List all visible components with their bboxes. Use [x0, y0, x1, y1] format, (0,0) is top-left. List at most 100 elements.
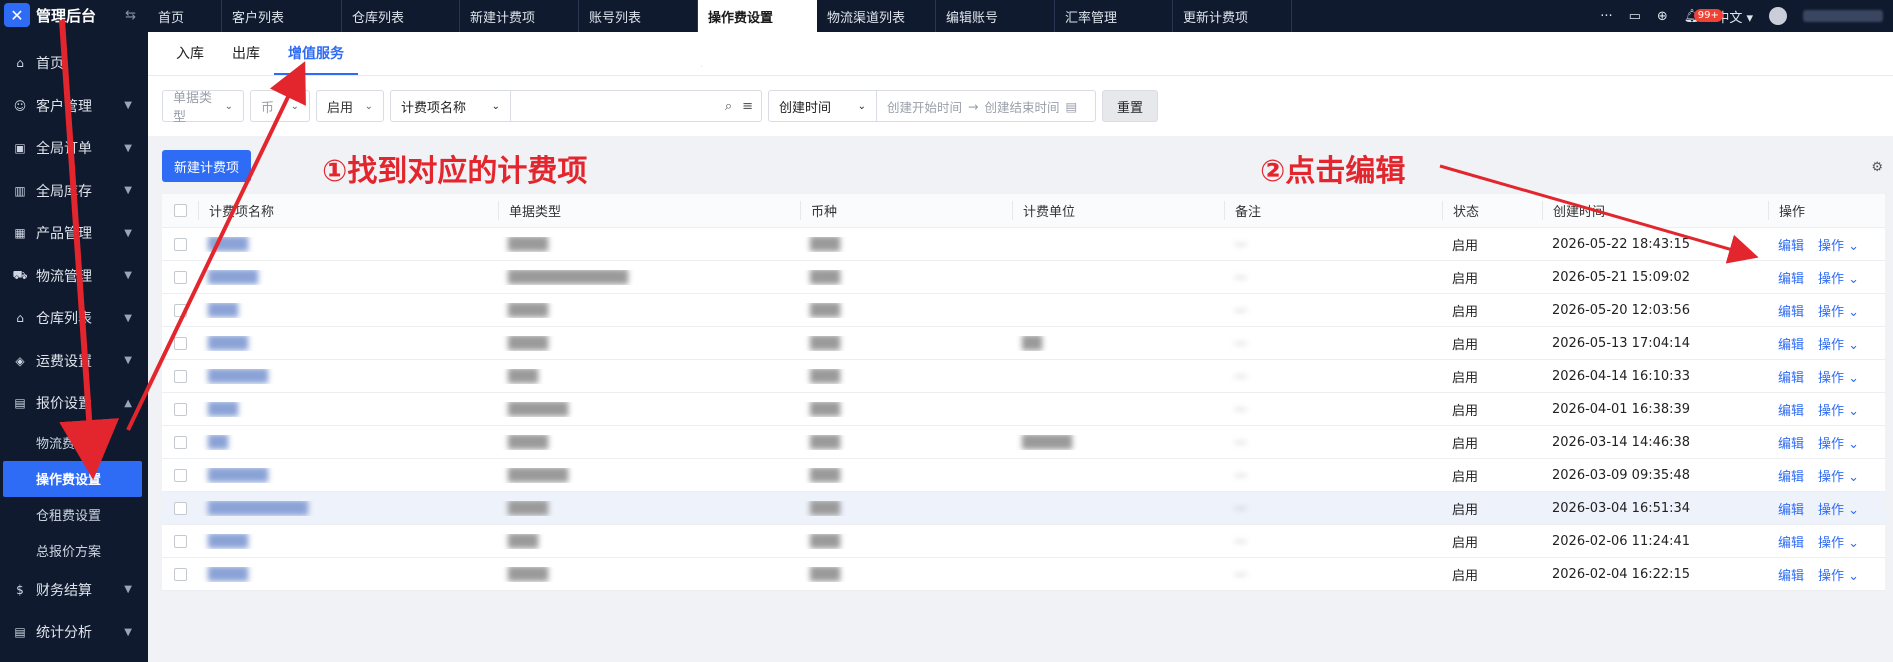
edit-button[interactable]: 编辑	[1778, 235, 1804, 254]
top-tab[interactable]: 汇率管理	[1055, 0, 1173, 32]
sidebar-item[interactable]: ◈ 运费设置 ▼	[0, 340, 148, 383]
top-tab[interactable]: 物流渠道列表	[817, 0, 936, 32]
checkbox[interactable]	[173, 237, 187, 251]
sidebar-item[interactable]: ⌂首页▼	[0, 42, 148, 85]
edit-button[interactable]: 编辑	[1778, 433, 1804, 452]
row-checkbox[interactable]	[162, 435, 198, 449]
more-tabs-button[interactable]: ···	[1600, 9, 1612, 24]
edit-button[interactable]: 编辑	[1778, 466, 1804, 485]
actions-dropdown[interactable]: 操作 ⌄	[1818, 334, 1859, 353]
edit-button[interactable]: 编辑	[1778, 268, 1804, 287]
checkbox[interactable]	[173, 369, 187, 383]
sidebar-subitem[interactable]: 仓租费设置	[0, 497, 148, 533]
subtab[interactable]: 增值服务	[274, 43, 358, 75]
top-tab[interactable]: 更新计费项	[1173, 0, 1292, 32]
checkbox[interactable]	[173, 270, 187, 284]
fee-item-name-value[interactable]: ██████	[208, 369, 268, 384]
row-checkbox[interactable]	[162, 402, 198, 416]
actions-dropdown[interactable]: 操作 ⌄	[1818, 235, 1859, 254]
actions-dropdown[interactable]: 操作 ⌄	[1818, 400, 1859, 419]
actions-dropdown[interactable]: 操作 ⌄	[1818, 367, 1859, 386]
search-icon[interactable]: ⌕	[725, 99, 732, 114]
reset-button[interactable]: 重置	[1102, 90, 1159, 122]
top-tab[interactable]: 仓库列表	[342, 0, 460, 32]
search-input[interactable]: ⌕ ≡	[511, 91, 761, 121]
sidebar-item[interactable]: ⌂ 仓库列表 ▼	[0, 297, 148, 340]
fee-item-name-value[interactable]: ████	[208, 567, 248, 582]
edit-button[interactable]: 编辑	[1778, 499, 1804, 518]
avatar[interactable]	[1769, 7, 1787, 25]
sidebar-item[interactable]: ▤ 统计分析 ▼	[0, 611, 148, 654]
status-select[interactable]: 启用 ⌄	[316, 90, 384, 122]
subtab[interactable]: 入库	[162, 43, 218, 75]
row-checkbox[interactable]	[162, 303, 198, 317]
row-checkbox[interactable]	[162, 567, 198, 581]
settings-icon[interactable]: ⚙	[1871, 160, 1883, 175]
select-all-checkbox[interactable]	[162, 204, 198, 217]
checkbox[interactable]	[173, 303, 187, 317]
actions-dropdown[interactable]: 操作 ⌄	[1818, 499, 1859, 518]
fee-item-name-value[interactable]: ███	[208, 303, 238, 318]
actions-dropdown[interactable]: 操作 ⌄	[1818, 466, 1859, 485]
username-blurred[interactable]	[1803, 10, 1883, 22]
actions-dropdown[interactable]: 操作 ⌄	[1818, 532, 1859, 551]
checkbox[interactable]	[173, 567, 187, 581]
fee-item-name-value[interactable]: ██████████	[208, 501, 308, 516]
actions-dropdown[interactable]: 操作 ⌄	[1818, 268, 1859, 287]
search-field-select[interactable]: 计费项名称 ⌄	[391, 91, 511, 121]
sidebar-subitem[interactable]: 物流费设置	[0, 425, 148, 461]
fee-item-name-value[interactable]: ████	[208, 237, 248, 252]
checkbox[interactable]	[173, 204, 187, 217]
edit-button[interactable]: 编辑	[1778, 301, 1804, 320]
new-fee-item-button[interactable]: 新建计费项	[162, 150, 252, 182]
sidebar-subitem[interactable]: 总报价方案	[0, 533, 148, 569]
row-checkbox[interactable]	[162, 270, 198, 284]
top-tab[interactable]: 账号列表	[579, 0, 698, 32]
date-range-input[interactable]: 创建开始时间 → 创建结束时间 ▤	[877, 91, 1095, 121]
subtab[interactable]: 出库	[218, 43, 274, 75]
sidebar-item[interactable]: ▥ 全局库存 ▼	[0, 170, 148, 213]
sidebar-item[interactable]: ☺ 客户管理 ▼	[0, 85, 148, 128]
row-checkbox[interactable]	[162, 501, 198, 515]
collapse-icon[interactable]: ⇆	[125, 8, 136, 23]
download-icon[interactable]: ⊕	[1657, 9, 1668, 24]
bell-icon[interactable]: 🔔︎ 99+	[1684, 8, 1723, 24]
actions-dropdown[interactable]: 操作 ⌄	[1818, 301, 1859, 320]
message-icon[interactable]: ▭	[1629, 9, 1641, 24]
edit-button[interactable]: 编辑	[1778, 565, 1804, 584]
top-tab[interactable]: 首页	[148, 0, 222, 32]
checkbox[interactable]	[173, 435, 187, 449]
top-tab[interactable]: 客户列表	[222, 0, 342, 32]
row-checkbox[interactable]	[162, 237, 198, 251]
actions-dropdown[interactable]: 操作 ⌄	[1818, 433, 1859, 452]
checkbox[interactable]	[173, 534, 187, 548]
actions-dropdown[interactable]: 操作 ⌄	[1818, 565, 1859, 584]
list-icon[interactable]: ≡	[742, 99, 753, 114]
row-checkbox[interactable]	[162, 369, 198, 383]
edit-button[interactable]: 编辑	[1778, 367, 1804, 386]
row-checkbox[interactable]	[162, 468, 198, 482]
edit-button[interactable]: 编辑	[1778, 334, 1804, 353]
sidebar-item[interactable]: $ 财务结算 ▼	[0, 569, 148, 612]
doc-type-select[interactable]: 单据类型 ⌄	[162, 90, 244, 125]
top-tab[interactable]: 操作费设置	[698, 0, 817, 32]
row-checkbox[interactable]	[162, 534, 198, 548]
edit-button[interactable]: 编辑	[1778, 532, 1804, 551]
checkbox[interactable]	[173, 402, 187, 416]
checkbox[interactable]	[173, 336, 187, 350]
top-tab[interactable]: 新建计费项	[460, 0, 579, 32]
sidebar-item[interactable]: ⛟ 物流管理 ▼	[0, 255, 148, 298]
fee-item-name-value[interactable]: ████	[208, 534, 248, 549]
fee-item-name-value[interactable]: ███	[208, 402, 238, 417]
sidebar-subitem[interactable]: 操作费设置	[3, 460, 142, 497]
row-checkbox[interactable]	[162, 336, 198, 350]
checkbox[interactable]	[173, 468, 187, 482]
fee-item-name-value[interactable]: ██████	[208, 468, 268, 483]
currency-select[interactable]: 币 ⌄	[250, 90, 310, 122]
sidebar-item[interactable]: ▦ 产品管理 ▼	[0, 212, 148, 255]
sidebar-item[interactable]: ▤ 报价设置 ▲	[0, 382, 148, 425]
date-field-select[interactable]: 创建时间 ⌄	[769, 91, 877, 121]
fee-item-name-value[interactable]: █████	[208, 270, 258, 285]
fee-item-name-value[interactable]: ██	[208, 435, 228, 450]
sidebar-item[interactable]: ▣ 全局订单 ▼	[0, 127, 148, 170]
